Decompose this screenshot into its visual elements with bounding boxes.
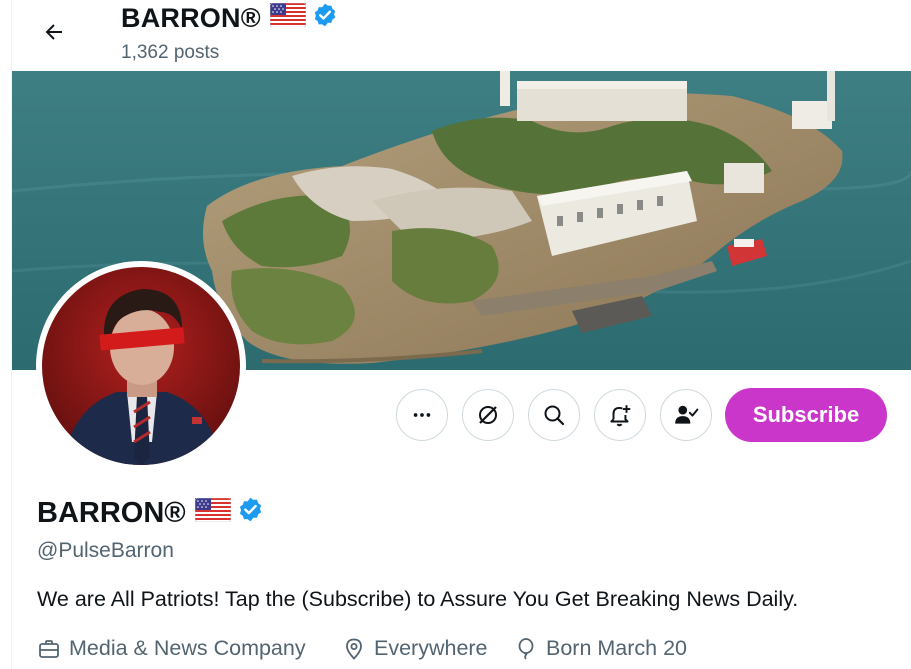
header-title: BARRON® xyxy=(121,2,338,35)
us-flag-icon xyxy=(269,2,307,34)
avatar[interactable] xyxy=(36,261,246,471)
balloon-icon xyxy=(518,637,534,660)
avatar-image xyxy=(42,267,240,465)
profile-column: BARRON® 1,362 posts Subscribe BARRON® @P… xyxy=(11,0,911,669)
back-button[interactable] xyxy=(38,16,70,48)
notifications-button[interactable] xyxy=(594,389,646,441)
more-icon xyxy=(413,413,431,417)
back-arrow-icon xyxy=(45,24,62,40)
location-label: Everywhere xyxy=(374,636,488,660)
following-icon xyxy=(675,405,699,424)
search-button[interactable] xyxy=(528,389,580,441)
briefcase-icon xyxy=(39,639,59,658)
profile-bio: We are All Patriots! Tap the (Subscribe)… xyxy=(37,587,799,611)
profile-birthday: Born March 20 xyxy=(514,636,687,661)
profile-name-row: BARRON® xyxy=(37,496,264,531)
post-count: 1,362 posts xyxy=(121,42,220,63)
location-pin-icon xyxy=(346,638,362,660)
search-icon xyxy=(544,405,565,426)
subscribe-button[interactable]: Subscribe xyxy=(725,388,887,442)
header-name: BARRON® xyxy=(121,3,261,33)
category-label: Media & News Company xyxy=(69,636,306,660)
profile-name: BARRON® xyxy=(37,497,186,529)
grok-icon xyxy=(479,406,497,424)
verified-badge-icon[interactable] xyxy=(237,496,264,531)
more-button[interactable] xyxy=(396,389,448,441)
profile-location: Everywhere xyxy=(342,636,488,661)
following-button[interactable] xyxy=(660,389,712,441)
us-flag-icon xyxy=(194,497,231,530)
notification-add-icon xyxy=(610,405,631,427)
profile-handle: @PulseBarron xyxy=(37,539,174,562)
profile-category: Media & News Company xyxy=(37,636,306,661)
verified-badge-icon[interactable] xyxy=(312,2,338,35)
grok-button[interactable] xyxy=(462,389,514,441)
birthday-label: Born March 20 xyxy=(546,636,688,660)
